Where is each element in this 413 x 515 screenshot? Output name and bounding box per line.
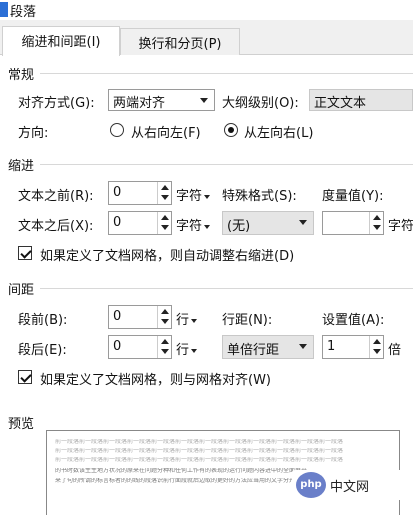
indent-after-input[interactable]: 0 <box>108 211 172 235</box>
setting-value-input[interactable]: 1 <box>322 335 384 359</box>
measure-input[interactable] <box>322 211 384 235</box>
tab-indent-spacing[interactable]: 缩进和间距(I) <box>2 26 120 56</box>
indent-after-unit[interactable]: 字符 <box>176 215 211 234</box>
preview-prev-line: 前一段落前一段落前一段落前一段落前一段落前一段落前一段落前一段落前一段落前一段落… <box>55 439 344 445</box>
outline-label: 大纲级别(O): <box>222 96 299 111</box>
indent-before-stepper[interactable] <box>157 182 171 204</box>
indent-before-unit[interactable]: 字符 <box>176 185 211 204</box>
preview-prev-line: 前一段落前一段落前一段落前一段落前一段落前一段落前一段落前一段落前一段落前一段落… <box>55 457 344 463</box>
chevron-down-icon <box>373 225 381 230</box>
app-icon <box>0 2 8 17</box>
indent-after-stepper[interactable] <box>157 212 171 234</box>
indent-divider <box>40 164 413 165</box>
special-format-label: 特殊格式(S): <box>222 189 297 204</box>
chevron-up-icon <box>161 339 169 344</box>
auto-adjust-label[interactable]: 如果定义了文档网格，则自动调整右缩进(D) <box>40 245 294 264</box>
tab-indent-spacing-label: 缩进和间距(I) <box>21 35 101 50</box>
chevron-up-icon <box>161 185 169 190</box>
tab-line-page-breaks[interactable]: 换行和分页(P) <box>120 28 240 55</box>
title-bar: 段落 <box>0 0 413 20</box>
dir-ltr-label[interactable]: 从左向右(L) <box>244 122 313 141</box>
dir-rtl-radio[interactable] <box>110 123 124 137</box>
watermark-text: 中文网 <box>330 480 370 495</box>
direction-label: 方向: <box>18 126 49 141</box>
preview-prev-line: 前一段落前一段落前一段落前一段落前一段落前一段落前一段落前一段落前一段落前一段落… <box>55 448 344 454</box>
chevron-down-icon <box>299 220 307 225</box>
chevron-down-icon <box>299 344 307 349</box>
space-after-unit-label: 行 <box>176 343 190 358</box>
measure-stepper[interactable] <box>369 212 383 234</box>
chevron-up-icon <box>161 215 169 220</box>
chevron-up-icon <box>373 215 381 220</box>
setting-value-unit: 倍 <box>388 343 402 358</box>
auto-adjust-checkbox[interactable] <box>18 246 32 260</box>
align-label: 对齐方式(G): <box>18 96 95 111</box>
space-before-unit-label: 行 <box>176 313 190 328</box>
php-logo: php <box>296 472 326 498</box>
measure-label: 度量值(Y): <box>322 189 384 204</box>
spacing-heading: 间距 <box>8 283 35 298</box>
space-before-unit[interactable]: 行 <box>176 309 198 328</box>
indent-before-label: 文本之前(R): <box>18 189 94 204</box>
snap-grid-checkbox[interactable] <box>18 370 32 384</box>
setting-value-label: 设置值(A): <box>322 313 385 328</box>
indent-before-unit-label: 字符 <box>176 189 203 204</box>
window-title: 段落 <box>10 5 37 20</box>
caret-down-icon <box>204 224 211 229</box>
indent-before-value: 0 <box>113 185 122 200</box>
chevron-down-icon <box>161 225 169 230</box>
setting-value-stepper[interactable] <box>369 336 383 358</box>
space-before-value: 0 <box>113 309 122 324</box>
chevron-down-icon <box>161 319 169 324</box>
line-spacing-value: 单倍行距 <box>227 343 280 358</box>
outline-select[interactable]: 正文文本 <box>309 89 413 111</box>
space-after-label: 段后(E): <box>18 343 67 358</box>
space-after-stepper[interactable] <box>157 336 171 358</box>
dir-rtl-label[interactable]: 从右向左(F) <box>131 122 201 141</box>
preview-heading: 预览 <box>8 417 35 432</box>
measure-unit: 字符 <box>388 219 413 234</box>
caret-down-icon <box>204 194 211 199</box>
space-after-input[interactable]: 0 <box>108 335 172 359</box>
align-select-value: 两端对齐 <box>113 96 166 111</box>
chevron-down-icon <box>373 349 381 354</box>
chevron-up-icon <box>373 339 381 344</box>
space-before-input[interactable]: 0 <box>108 305 172 329</box>
space-before-stepper[interactable] <box>157 306 171 328</box>
general-heading: 常规 <box>8 68 35 83</box>
dir-ltr-radio[interactable] <box>224 123 238 137</box>
indent-after-unit-label: 字符 <box>176 219 203 234</box>
indent-before-input[interactable]: 0 <box>108 181 172 205</box>
setting-value: 1 <box>327 339 336 354</box>
tab-line-page-breaks-label: 换行和分页(P) <box>138 37 222 52</box>
indent-after-label: 文本之后(X): <box>18 219 94 234</box>
line-spacing-select[interactable]: 单倍行距 <box>222 335 314 359</box>
spacing-divider <box>40 288 413 289</box>
chevron-down-icon <box>161 349 169 354</box>
special-format-value: (无) <box>227 219 251 234</box>
line-spacing-label: 行距(N): <box>222 313 273 328</box>
chevron-up-icon <box>161 309 169 314</box>
indent-heading: 缩进 <box>8 159 35 174</box>
space-before-label: 段前(B): <box>18 313 68 328</box>
general-divider <box>40 73 413 74</box>
watermark: php 中文网 <box>292 470 413 500</box>
chevron-down-icon <box>200 98 208 103</box>
chevron-down-icon <box>161 195 169 200</box>
align-select[interactable]: 两端对齐 <box>108 89 215 111</box>
space-after-value: 0 <box>113 339 122 354</box>
space-after-unit[interactable]: 行 <box>176 339 198 358</box>
outline-select-value: 正文文本 <box>314 96 367 111</box>
indent-after-value: 0 <box>113 215 122 230</box>
caret-down-icon <box>191 318 198 323</box>
special-format-select[interactable]: (无) <box>222 211 314 235</box>
caret-down-icon <box>191 348 198 353</box>
snap-grid-label[interactable]: 如果定义了文档网格，则与网格对齐(W) <box>40 369 271 388</box>
